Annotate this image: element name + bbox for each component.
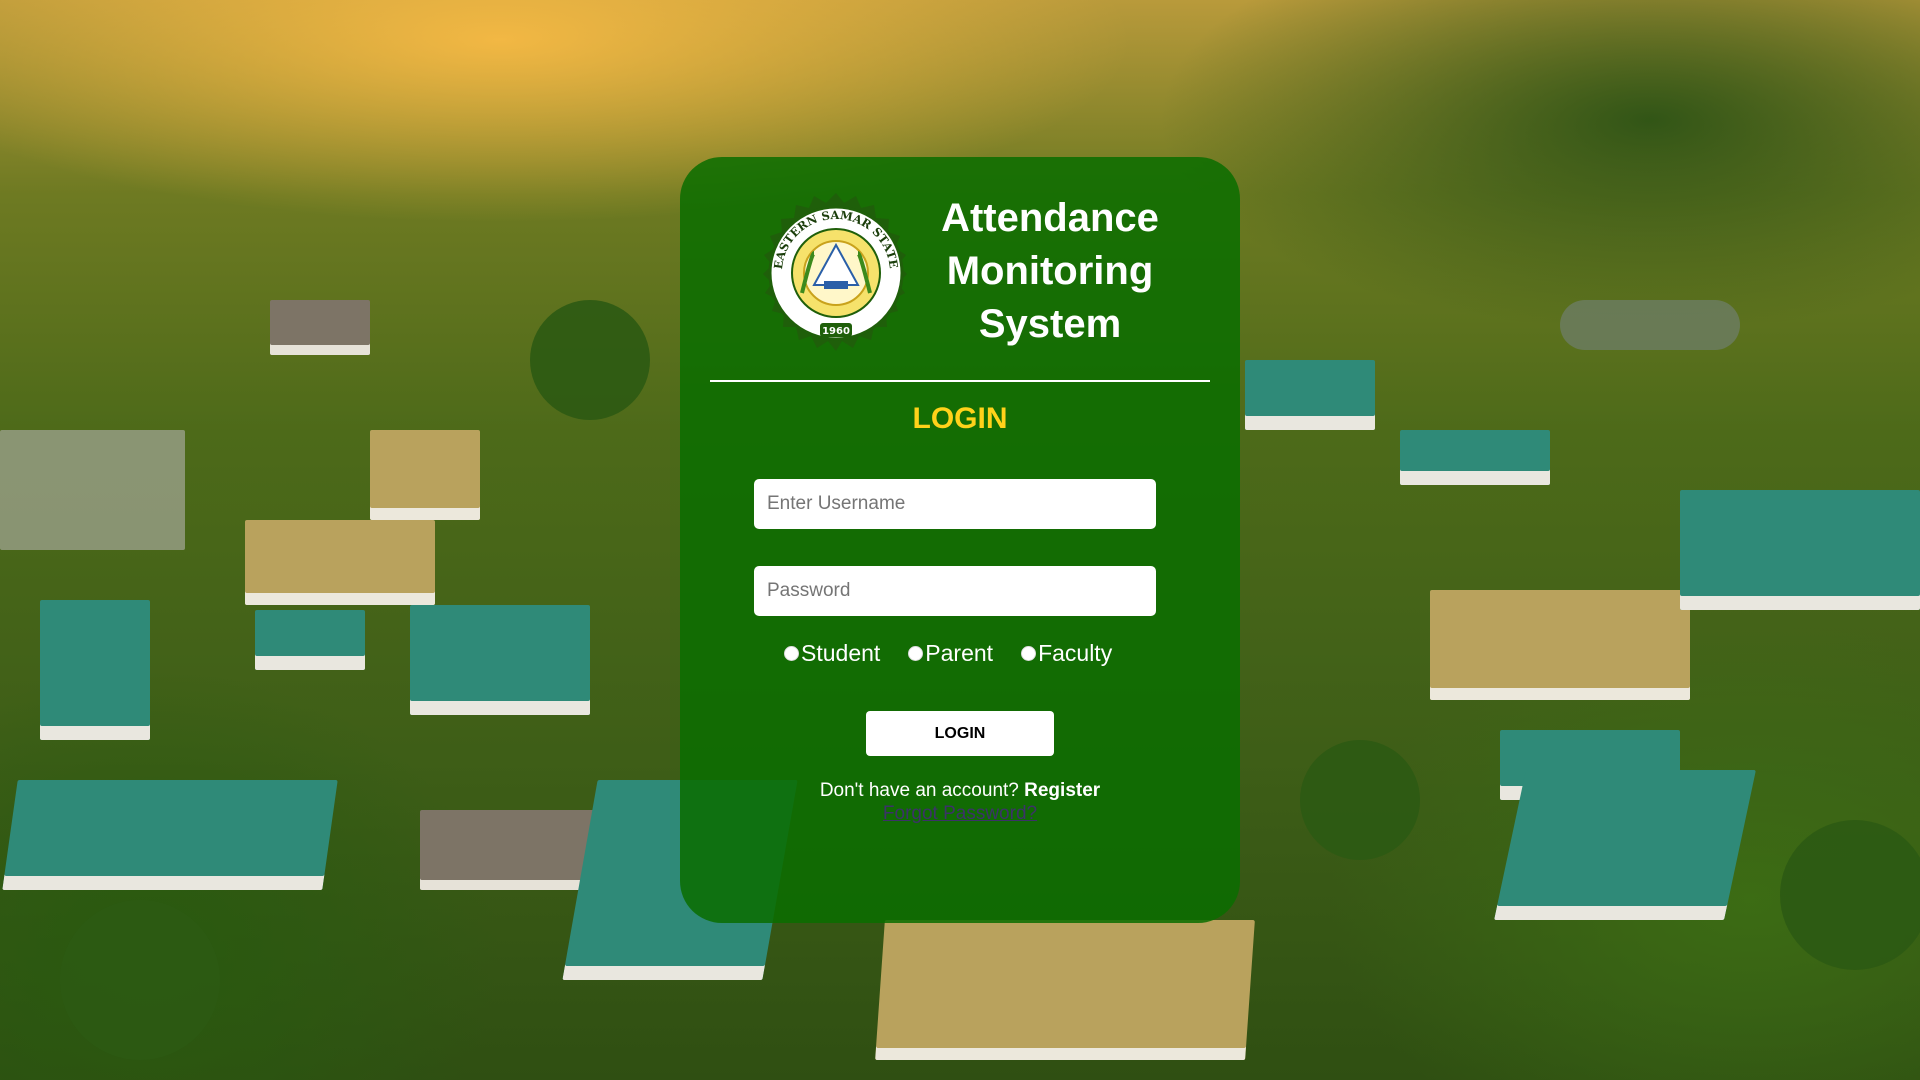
role-option-parent[interactable]: Parent bbox=[908, 640, 993, 667]
register-link[interactable]: Register bbox=[1024, 780, 1100, 801]
app-title: Attendance Monitoring System bbox=[915, 192, 1185, 351]
app-title-line-1: Attendance bbox=[941, 196, 1159, 240]
username-input[interactable] bbox=[754, 479, 1156, 529]
svg-text:1960: 1960 bbox=[822, 326, 850, 337]
no-account-text: Don't have an account? bbox=[819, 780, 1025, 801]
role-option-faculty[interactable]: Faculty bbox=[1021, 640, 1112, 667]
role-label-student: Student bbox=[801, 639, 881, 666]
university-seal-logo: EASTERN SAMAR STATE UNIVERSITY 1960 bbox=[752, 193, 907, 351]
login-heading: LOGIN bbox=[912, 402, 1008, 435]
login-button[interactable]: LOGIN bbox=[866, 711, 1054, 756]
role-label-parent: Parent bbox=[925, 639, 994, 666]
forgot-password-link[interactable]: Forgot Password? bbox=[860, 803, 1060, 825]
role-label-faculty: Faculty bbox=[1038, 639, 1113, 666]
app-title-line-3: System bbox=[978, 302, 1122, 346]
role-radio-group: Student Parent Faculty bbox=[784, 638, 1140, 668]
app-title-line-2: Monitoring bbox=[946, 249, 1154, 293]
radio-faculty[interactable] bbox=[1021, 645, 1037, 661]
radio-student[interactable] bbox=[784, 645, 799, 661]
radio-parent[interactable] bbox=[908, 645, 924, 661]
role-option-student[interactable]: Student bbox=[784, 640, 880, 667]
header-divider bbox=[710, 380, 1210, 382]
register-prompt: Don't have an account? Register bbox=[760, 780, 1160, 802]
password-input[interactable] bbox=[754, 566, 1156, 616]
